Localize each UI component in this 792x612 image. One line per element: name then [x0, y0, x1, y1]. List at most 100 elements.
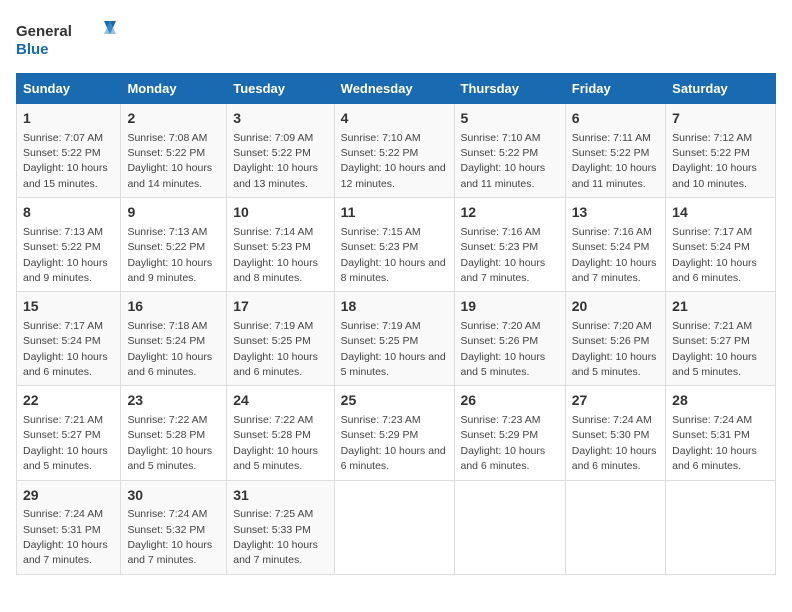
day-info: Sunrise: 7:11 AMSunset: 5:22 PMDaylight:… — [572, 132, 657, 190]
header: General Blue — [16, 16, 776, 61]
day-info: Sunrise: 7:15 AMSunset: 5:23 PMDaylight:… — [341, 226, 446, 284]
day-number: 31 — [233, 486, 327, 506]
day-info: Sunrise: 7:24 AMSunset: 5:31 PMDaylight:… — [672, 414, 757, 472]
header-cell-tuesday: Tuesday — [227, 74, 334, 104]
day-cell: 9Sunrise: 7:13 AMSunset: 5:22 PMDaylight… — [121, 198, 227, 292]
day-info: Sunrise: 7:10 AMSunset: 5:22 PMDaylight:… — [341, 132, 446, 190]
week-row-5: 29Sunrise: 7:24 AMSunset: 5:31 PMDayligh… — [17, 480, 776, 574]
day-number: 3 — [233, 109, 327, 129]
day-cell: 22 Sunrise: 7:21 AMSunset: 5:27 PMDayligh… — [17, 386, 121, 480]
logo: General Blue — [16, 16, 116, 61]
day-number: 25 — [341, 391, 448, 411]
day-info: Sunrise: 7:07 AMSunset: 5:22 PMDaylight:… — [23, 132, 108, 190]
day-number: 7 — [672, 109, 769, 129]
logo-svg: General Blue — [16, 16, 116, 61]
day-cell: 18 Sunrise: 7:19 AMSunset: 5:25 PMDayligh… — [334, 292, 454, 386]
day-info: Sunrise: 7:21 AMSunset: 5:27 PMDaylight:… — [672, 320, 757, 378]
day-info: Sunrise: 7:22 AMSunset: 5:28 PMDaylight:… — [127, 414, 212, 472]
day-number: 10 — [233, 203, 327, 223]
week-row-2: 8Sunrise: 7:13 AMSunset: 5:22 PMDaylight… — [17, 198, 776, 292]
day-cell: 15 Sunrise: 7:17 AMSunset: 5:24 PMDayligh… — [17, 292, 121, 386]
day-number: 19 — [461, 297, 559, 317]
day-info: Sunrise: 7:24 AMSunset: 5:30 PMDaylight:… — [572, 414, 657, 472]
day-number: 24 — [233, 391, 327, 411]
day-info: Sunrise: 7:20 AMSunset: 5:26 PMDaylight:… — [461, 320, 546, 378]
day-info: Sunrise: 7:20 AMSunset: 5:26 PMDaylight:… — [572, 320, 657, 378]
day-cell: 10 Sunrise: 7:14 AMSunset: 5:23 PMDayligh… — [227, 198, 334, 292]
day-info: Sunrise: 7:16 AMSunset: 5:24 PMDaylight:… — [572, 226, 657, 284]
day-number: 16 — [127, 297, 220, 317]
day-cell: 27Sunrise: 7:24 AMSunset: 5:30 PMDayligh… — [565, 386, 665, 480]
day-cell: 17Sunrise: 7:19 AMSunset: 5:25 PMDayligh… — [227, 292, 334, 386]
svg-text:General: General — [16, 23, 72, 40]
day-number: 18 — [341, 297, 448, 317]
day-info: Sunrise: 7:16 AMSunset: 5:23 PMDaylight:… — [461, 226, 546, 284]
day-cell — [565, 480, 665, 574]
day-number: 4 — [341, 109, 448, 129]
day-number: 2 — [127, 109, 220, 129]
header-cell-saturday: Saturday — [666, 74, 776, 104]
day-number: 26 — [461, 391, 559, 411]
day-cell: 30Sunrise: 7:24 AMSunset: 5:32 PMDayligh… — [121, 480, 227, 574]
day-cell: 19 Sunrise: 7:20 AMSunset: 5:26 PMDayligh… — [454, 292, 565, 386]
day-number: 11 — [341, 203, 448, 223]
svg-text:Blue: Blue — [16, 41, 49, 58]
day-info: Sunrise: 7:19 AMSunset: 5:25 PMDaylight:… — [341, 320, 446, 378]
header-row: SundayMondayTuesdayWednesdayThursdayFrid… — [17, 74, 776, 104]
day-cell: 14 Sunrise: 7:17 AMSunset: 5:24 PMDayligh… — [666, 198, 776, 292]
day-info: Sunrise: 7:25 AMSunset: 5:33 PMDaylight:… — [233, 508, 318, 566]
day-cell: 29Sunrise: 7:24 AMSunset: 5:31 PMDayligh… — [17, 480, 121, 574]
day-cell: 5 Sunrise: 7:10 AMSunset: 5:22 PMDaylight… — [454, 104, 565, 198]
day-info: Sunrise: 7:14 AMSunset: 5:23 PMDaylight:… — [233, 226, 318, 284]
day-info: Sunrise: 7:12 AMSunset: 5:22 PMDaylight:… — [672, 132, 757, 190]
day-info: Sunrise: 7:21 AMSunset: 5:27 PMDaylight:… — [23, 414, 108, 472]
day-number: 15 — [23, 297, 114, 317]
day-info: Sunrise: 7:24 AMSunset: 5:31 PMDaylight:… — [23, 508, 108, 566]
day-number: 14 — [672, 203, 769, 223]
day-number: 29 — [23, 486, 114, 506]
day-number: 5 — [461, 109, 559, 129]
day-number: 12 — [461, 203, 559, 223]
day-cell: 16Sunrise: 7:18 AMSunset: 5:24 PMDayligh… — [121, 292, 227, 386]
day-cell: 12 Sunrise: 7:16 AMSunset: 5:23 PMDayligh… — [454, 198, 565, 292]
day-cell: 28 Sunrise: 7:24 AMSunset: 5:31 PMDayligh… — [666, 386, 776, 480]
day-info: Sunrise: 7:13 AMSunset: 5:22 PMDaylight:… — [23, 226, 108, 284]
day-cell — [454, 480, 565, 574]
header-cell-friday: Friday — [565, 74, 665, 104]
day-number: 22 — [23, 391, 114, 411]
day-number: 20 — [572, 297, 659, 317]
day-cell — [334, 480, 454, 574]
day-cell: 6 Sunrise: 7:11 AMSunset: 5:22 PMDaylight… — [565, 104, 665, 198]
day-cell: 2Sunrise: 7:08 AMSunset: 5:22 PMDaylight… — [121, 104, 227, 198]
day-cell: 4 Sunrise: 7:10 AMSunset: 5:22 PMDaylight… — [334, 104, 454, 198]
day-number: 21 — [672, 297, 769, 317]
day-number: 17 — [233, 297, 327, 317]
day-number: 1 — [23, 109, 114, 129]
day-info: Sunrise: 7:10 AMSunset: 5:22 PMDaylight:… — [461, 132, 546, 190]
day-info: Sunrise: 7:17 AMSunset: 5:24 PMDaylight:… — [23, 320, 108, 378]
day-cell: 13Sunrise: 7:16 AMSunset: 5:24 PMDayligh… — [565, 198, 665, 292]
week-row-4: 22 Sunrise: 7:21 AMSunset: 5:27 PMDayligh… — [17, 386, 776, 480]
day-number: 23 — [127, 391, 220, 411]
day-info: Sunrise: 7:23 AMSunset: 5:29 PMDaylight:… — [461, 414, 546, 472]
day-number: 30 — [127, 486, 220, 506]
day-info: Sunrise: 7:09 AMSunset: 5:22 PMDaylight:… — [233, 132, 318, 190]
day-info: Sunrise: 7:24 AMSunset: 5:32 PMDaylight:… — [127, 508, 212, 566]
day-cell: 7 Sunrise: 7:12 AMSunset: 5:22 PMDaylight… — [666, 104, 776, 198]
header-cell-wednesday: Wednesday — [334, 74, 454, 104]
day-info: Sunrise: 7:22 AMSunset: 5:28 PMDaylight:… — [233, 414, 318, 472]
day-cell: 11 Sunrise: 7:15 AMSunset: 5:23 PMDayligh… — [334, 198, 454, 292]
day-cell: 21 Sunrise: 7:21 AMSunset: 5:27 PMDayligh… — [666, 292, 776, 386]
header-cell-thursday: Thursday — [454, 74, 565, 104]
day-number: 28 — [672, 391, 769, 411]
day-number: 6 — [572, 109, 659, 129]
day-cell — [666, 480, 776, 574]
day-cell: 8Sunrise: 7:13 AMSunset: 5:22 PMDaylight… — [17, 198, 121, 292]
header-cell-sunday: Sunday — [17, 74, 121, 104]
day-info: Sunrise: 7:17 AMSunset: 5:24 PMDaylight:… — [672, 226, 757, 284]
day-cell: 20 Sunrise: 7:20 AMSunset: 5:26 PMDayligh… — [565, 292, 665, 386]
week-row-1: 1 Sunrise: 7:07 AMSunset: 5:22 PMDaylight… — [17, 104, 776, 198]
header-cell-monday: Monday — [121, 74, 227, 104]
day-info: Sunrise: 7:23 AMSunset: 5:29 PMDaylight:… — [341, 414, 446, 472]
day-cell: 25 Sunrise: 7:23 AMSunset: 5:29 PMDayligh… — [334, 386, 454, 480]
